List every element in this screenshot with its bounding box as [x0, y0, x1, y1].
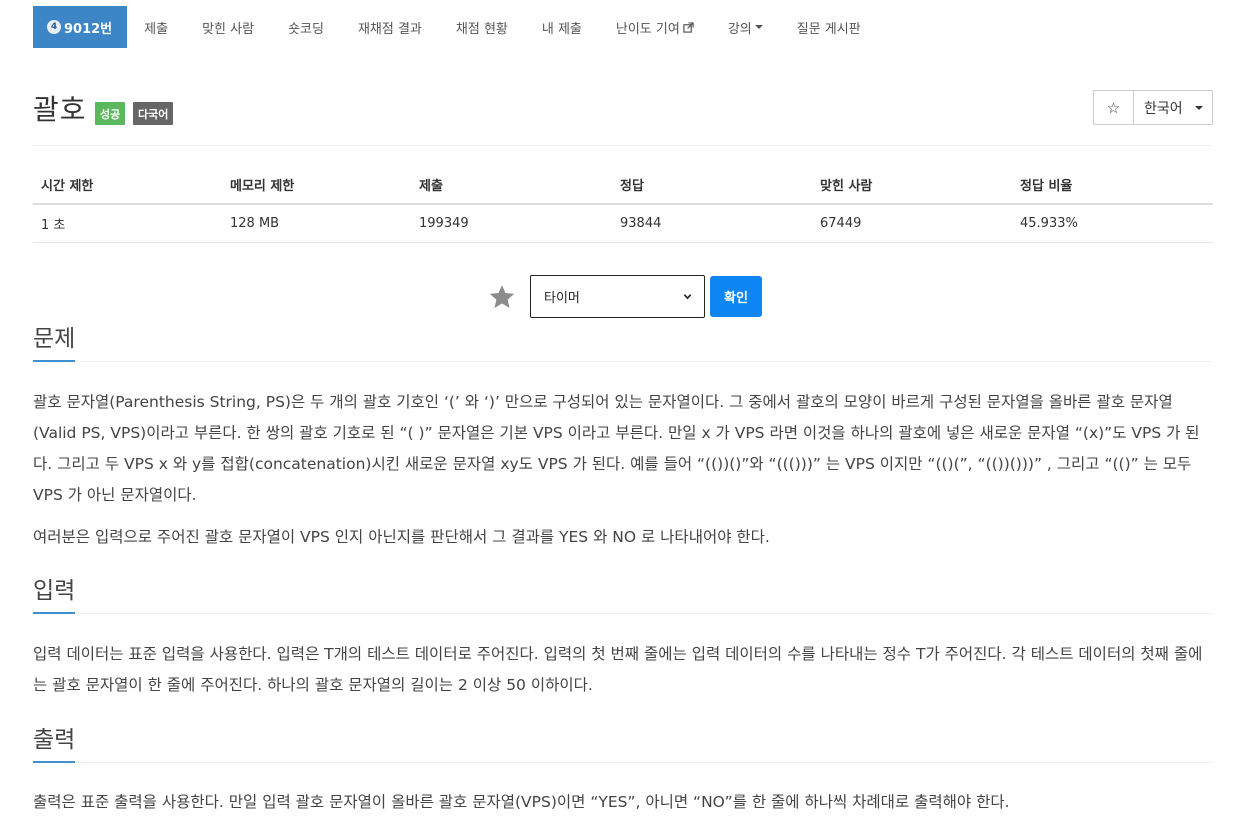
external-link-icon — [683, 21, 694, 33]
nav-lectures-dropdown[interactable]: 강의 — [711, 6, 780, 48]
nav-difficulty-contribute[interactable]: 난이도 기여 — [599, 6, 711, 48]
multilang-badge: 다국어 — [133, 102, 174, 125]
value-memory-limit: 128 MB — [222, 204, 411, 243]
problem-nav: 4 9012번 제출 맞힌 사람 숏코딩 재채점 결과 채점 현황 내 제출 난… — [33, 6, 878, 48]
problem-number: 9012번 — [64, 21, 113, 37]
section-problem-title: 문제 — [33, 326, 76, 352]
header-solved-users: 맞힌 사람 — [812, 166, 1012, 205]
caret-down-icon — [1194, 105, 1203, 110]
value-time-limit: 1 초 — [33, 204, 222, 243]
value-accept-ratio: 45.933% — [1012, 204, 1213, 243]
bookmark-star-button[interactable]: ☆ — [1094, 91, 1134, 124]
nav-my-submissions[interactable]: 내 제출 — [525, 6, 599, 48]
problem-badge-icon: 4 — [47, 20, 61, 34]
header-time-limit: 시간 제한 — [33, 166, 222, 205]
section-underline — [33, 612, 75, 614]
confirm-button[interactable]: 확인 — [710, 276, 762, 317]
nav-difficulty-label: 난이도 기여 — [615, 21, 680, 37]
output-description: 출력은 표준 출력을 사용한다. 만일 입력 괄호 문자열이 올바른 괄호 문자… — [33, 793, 1010, 811]
timer-controls: 타이머 확인 — [488, 275, 762, 318]
value-solved-users: 67449 — [812, 204, 1012, 243]
nav-lectures-label: 강의 — [727, 21, 752, 37]
header-memory-limit: 메모리 제한 — [222, 166, 411, 205]
nav-rejudge-results[interactable]: 재채점 결과 — [341, 6, 439, 48]
header-divider — [33, 145, 1213, 146]
caret-down-icon — [754, 25, 763, 29]
chevron-down-icon — [683, 294, 692, 300]
header-accept-ratio: 정답 비율 — [1012, 166, 1213, 205]
nav-short-coding[interactable]: 숏코딩 — [271, 6, 341, 48]
section-input-header: 입력 — [33, 576, 1213, 614]
header-submissions: 제출 — [411, 166, 612, 205]
section-underline — [33, 360, 75, 362]
table-row: 1 초 128 MB 199349 93844 67449 45.933% — [33, 204, 1213, 243]
nav-question-board[interactable]: 질문 게시판 — [780, 6, 878, 48]
header-accepted: 정답 — [612, 166, 812, 205]
problem-header: 괄호 성공 다국어 ☆ 한국어 — [33, 88, 1213, 128]
problem-description: 괄호 문자열(Parenthesis String, PS)은 두 개의 괄호 … — [33, 393, 1200, 504]
input-description: 입력 데이터는 표준 입력을 사용한다. 입력은 T개의 테스트 데이터로 주어… — [33, 645, 1203, 694]
problem-task: 여러분은 입력으로 주어진 괄호 문자열이 VPS 인지 아닌지를 판단해서 그… — [33, 528, 770, 546]
nav-submit[interactable]: 제출 — [127, 6, 185, 48]
section-output-title: 출력 — [33, 727, 76, 753]
nav-solved-users[interactable]: 맞힌 사람 — [185, 6, 271, 48]
problem-actions: ☆ 한국어 — [1093, 90, 1213, 125]
problem-info-table: 시간 제한 메모리 제한 제출 정답 맞힌 사람 정답 비율 1 초 128 M… — [33, 166, 1213, 243]
section-input-title: 입력 — [33, 578, 76, 604]
timer-select[interactable]: 타이머 — [530, 275, 705, 318]
page-title: 괄호 — [33, 93, 87, 126]
value-submissions: 199349 — [411, 204, 612, 243]
language-dropdown-button[interactable]: 한국어 — [1134, 91, 1212, 124]
timer-selected-value: 타이머 — [544, 291, 580, 306]
nav-status[interactable]: 채점 현황 — [439, 6, 525, 48]
section-output-header: 출력 — [33, 725, 1213, 763]
nav-problem-tab[interactable]: 4 9012번 — [33, 6, 128, 48]
status-badge-success: 성공 — [95, 102, 126, 125]
section-problem-header: 문제 — [33, 324, 1213, 362]
star-icon[interactable] — [488, 283, 516, 311]
language-label: 한국어 — [1144, 100, 1183, 117]
star-outline-icon: ☆ — [1106, 98, 1121, 117]
section-underline — [33, 761, 75, 763]
table-header-row: 시간 제한 메모리 제한 제출 정답 맞힌 사람 정답 비율 — [33, 166, 1213, 205]
value-accepted: 93844 — [612, 204, 812, 243]
